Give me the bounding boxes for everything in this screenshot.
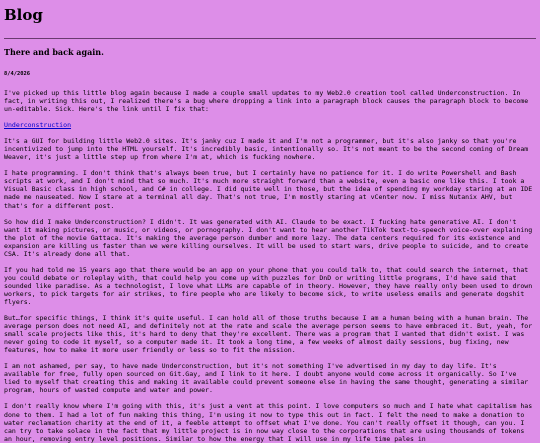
divider: [4, 38, 536, 39]
paragraph: I hate programming. I don't think that's…: [4, 169, 533, 210]
paragraph: But…for specific things, I think it's qu…: [4, 314, 533, 355]
blog-title: Blog: [4, 6, 43, 24]
paragraph: If you had told me 15 years ago that the…: [4, 265, 533, 306]
paragraph: So how did I make Underconstruction? I d…: [4, 217, 533, 258]
paragraph: I've picked up this little blog again be…: [4, 89, 529, 114]
underconstruction-link[interactable]: Underconstruction: [4, 121, 71, 129]
post-date: 8/4/2026: [4, 71, 30, 77]
page: Blog There and back again. 8/4/2026 I've…: [0, 0, 540, 443]
post-title: There and back again.: [4, 47, 104, 57]
link-paragraph: Underconstruction: [4, 121, 536, 129]
paragraph: I am not ashamed, per say, to have made …: [4, 362, 529, 395]
blog-post: There and back again. 8/4/2026 I've pick…: [4, 47, 536, 443]
paragraph: I don't really know where I'm going with…: [4, 402, 533, 443]
paragraph: It's a GUI for building little Web2.0 si…: [4, 137, 529, 162]
